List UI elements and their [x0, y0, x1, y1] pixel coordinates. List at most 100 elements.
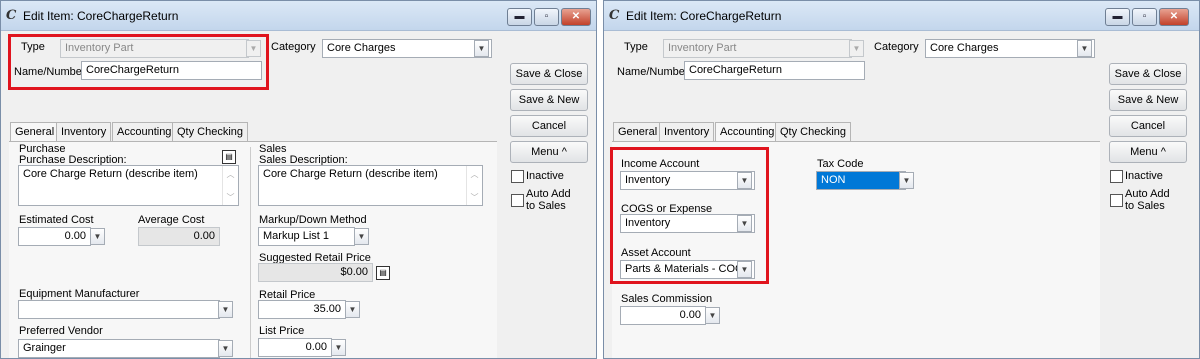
- estimated-cost-input[interactable]: 0.00: [18, 227, 91, 246]
- sales-description-textarea[interactable]: Core Charge Return (describe item) ︿ ﹀: [258, 165, 483, 206]
- minimize-button[interactable]: ▬: [1105, 8, 1130, 26]
- category-select[interactable]: Core Charges: [322, 39, 492, 58]
- maximize-button[interactable]: ▫: [534, 8, 559, 26]
- note-icon[interactable]: ▤: [376, 266, 390, 280]
- preferred-vendor-label: Preferred Vendor: [19, 325, 103, 337]
- cancel-button[interactable]: Cancel: [510, 115, 588, 137]
- tab-general[interactable]: General: [613, 122, 663, 141]
- auto-add-label: Auto Add to Sales: [1125, 188, 1170, 212]
- column-divider: [250, 147, 251, 358]
- close-button[interactable]: ✕: [1159, 8, 1189, 26]
- inactive-label: Inactive: [1125, 170, 1163, 182]
- type-label: Type: [21, 41, 45, 53]
- chevron-down-icon[interactable]: ▼: [899, 172, 914, 189]
- retail-price-input[interactable]: 35.00: [258, 300, 346, 319]
- menu-button[interactable]: Menu ^: [510, 141, 588, 163]
- app-icon: C: [609, 8, 620, 23]
- average-cost-label: Average Cost: [138, 214, 205, 226]
- type-select: Inventory Part: [60, 39, 249, 58]
- title-bar: C Edit Item: CoreChargeReturn ▬ ▫ ✕: [604, 1, 1199, 31]
- list-price-label: List Price: [259, 325, 305, 337]
- tab-accounting[interactable]: Accounting: [715, 122, 780, 142]
- auto-add-checkbox[interactable]: [511, 194, 524, 207]
- edit-item-window-accounting: C Edit Item: CoreChargeReturn ▬ ▫ ✕ Type…: [603, 0, 1200, 359]
- save-close-button[interactable]: Save & Close: [1109, 63, 1187, 85]
- app-icon: C: [6, 8, 17, 23]
- chevron-down-icon[interactable]: ▼: [1077, 40, 1092, 57]
- chevron-down-icon[interactable]: ▼: [737, 172, 752, 189]
- scroll-up-icon[interactable]: ︿: [467, 169, 482, 180]
- tax-code-select[interactable]: NON: [816, 171, 906, 190]
- asset-account-label: Asset Account: [621, 247, 691, 259]
- equipment-manufacturer-label: Equipment Manufacturer: [19, 288, 140, 300]
- sales-description-text: Core Charge Return (describe item): [263, 168, 438, 180]
- note-icon[interactable]: ▤: [222, 150, 236, 164]
- category-select[interactable]: Core Charges: [925, 39, 1095, 58]
- markup-method-label: Markup/Down Method: [259, 214, 367, 226]
- auto-add-label: Auto Add to Sales: [526, 188, 571, 212]
- chevron-down-icon[interactable]: ▼: [218, 340, 233, 357]
- cancel-button[interactable]: Cancel: [1109, 115, 1187, 137]
- save-close-button[interactable]: Save & Close: [510, 63, 588, 85]
- cogs-expense-select[interactable]: Inventory: [620, 214, 755, 233]
- tax-code-label: Tax Code: [817, 158, 864, 170]
- window-title: Edit Item: CoreChargeReturn: [23, 9, 179, 23]
- estimated-cost-label: Estimated Cost: [19, 214, 94, 226]
- list-price-input[interactable]: 0.00: [258, 338, 332, 357]
- asset-account-select[interactable]: Parts & Materials - COGS: [620, 260, 755, 279]
- type-label: Type: [624, 41, 648, 53]
- category-label: Category: [874, 41, 919, 53]
- chevron-down-icon[interactable]: ▼: [90, 228, 105, 245]
- chevron-down-icon[interactable]: ▼: [345, 301, 360, 318]
- chevron-down-icon[interactable]: ▼: [737, 261, 752, 278]
- tab-accounting[interactable]: Accounting: [112, 122, 177, 141]
- tab-general[interactable]: General: [10, 122, 60, 142]
- chevron-down-icon[interactable]: ▼: [474, 40, 489, 57]
- chevron-down-icon[interactable]: ▼: [218, 301, 233, 318]
- suggested-retail-value: $0.00: [258, 263, 373, 282]
- save-new-button[interactable]: Save & New: [510, 89, 588, 111]
- average-cost-value: 0.00: [138, 227, 220, 246]
- minimize-button[interactable]: ▬: [507, 8, 532, 26]
- scroll-up-icon[interactable]: ︿: [223, 169, 238, 180]
- chevron-down-icon: ▼: [849, 40, 864, 57]
- preferred-vendor-select[interactable]: Grainger: [18, 339, 220, 358]
- inactive-label: Inactive: [526, 170, 564, 182]
- income-account-select[interactable]: Inventory: [620, 171, 755, 190]
- menu-button[interactable]: Menu ^: [1109, 141, 1187, 163]
- chevron-down-icon[interactable]: ▼: [737, 215, 752, 232]
- type-select: Inventory Part: [663, 39, 852, 58]
- close-button[interactable]: ✕: [561, 8, 591, 26]
- tab-qty-checking[interactable]: Qty Checking: [775, 122, 852, 141]
- inactive-checkbox[interactable]: [511, 170, 524, 183]
- scrollbar[interactable]: ︿ ﹀: [466, 166, 482, 205]
- edit-item-window-general: C Edit Item: CoreChargeReturn ▬ ▫ ✕ Type…: [0, 0, 597, 359]
- chevron-down-icon[interactable]: ▼: [354, 228, 369, 245]
- sales-commission-label: Sales Commission: [621, 293, 713, 305]
- income-account-label: Income Account: [621, 158, 700, 170]
- inactive-checkbox[interactable]: [1110, 170, 1123, 183]
- tab-inventory[interactable]: Inventory: [659, 122, 715, 141]
- chevron-down-icon[interactable]: ▼: [331, 339, 346, 356]
- category-label: Category: [271, 41, 316, 53]
- markup-method-select[interactable]: Markup List 1: [258, 227, 355, 246]
- scroll-down-icon[interactable]: ﹀: [223, 192, 238, 203]
- scroll-down-icon[interactable]: ﹀: [467, 192, 482, 203]
- auto-add-checkbox[interactable]: [1110, 194, 1123, 207]
- name-number-input[interactable]: CoreChargeReturn: [684, 61, 865, 80]
- sales-commission-input[interactable]: 0.00: [620, 306, 706, 325]
- chevron-down-icon[interactable]: ▼: [705, 307, 720, 324]
- tab-qty-checking[interactable]: Qty Checking: [172, 122, 249, 141]
- name-number-input[interactable]: CoreChargeReturn: [81, 61, 262, 80]
- name-number-label: Name/Number: [617, 66, 689, 78]
- window-title: Edit Item: CoreChargeReturn: [626, 9, 782, 23]
- chevron-down-icon: ▼: [246, 40, 261, 57]
- purchase-description-text: Core Charge Return (describe item): [23, 168, 198, 180]
- title-bar: C Edit Item: CoreChargeReturn ▬ ▫ ✕: [1, 1, 596, 31]
- maximize-button[interactable]: ▫: [1132, 8, 1157, 26]
- save-new-button[interactable]: Save & New: [1109, 89, 1187, 111]
- scrollbar[interactable]: ︿ ﹀: [222, 166, 238, 205]
- tab-inventory[interactable]: Inventory: [56, 122, 112, 141]
- equipment-manufacturer-select[interactable]: [18, 300, 220, 319]
- purchase-description-textarea[interactable]: Core Charge Return (describe item) ︿ ﹀: [18, 165, 239, 206]
